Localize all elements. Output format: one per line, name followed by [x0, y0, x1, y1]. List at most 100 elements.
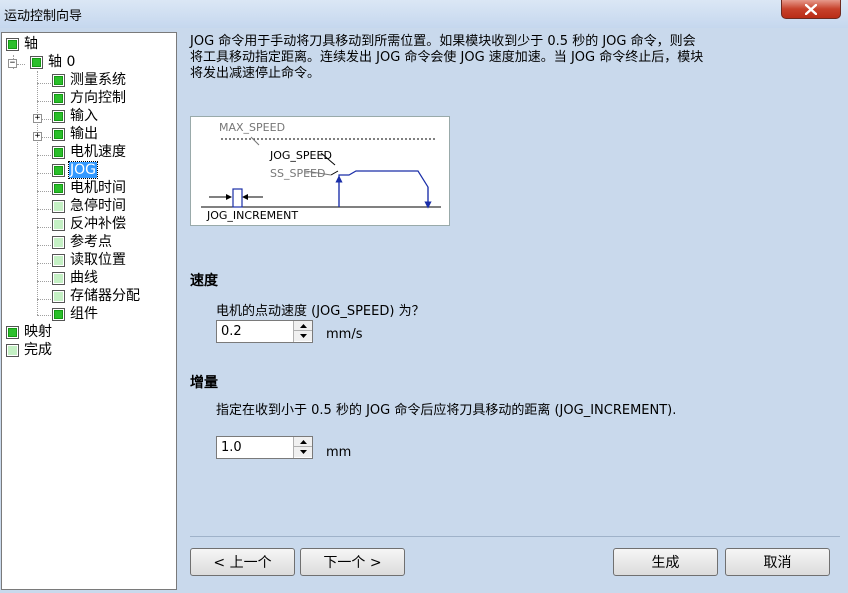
tree-item-label: 参考点: [70, 234, 112, 250]
tree-item-label: 曲线: [70, 270, 98, 286]
tree-item[interactable]: 组件: [52, 305, 99, 323]
status-checked-icon: [52, 307, 65, 321]
tree-item[interactable]: 读取位置: [52, 251, 127, 269]
arrow-down-icon: [299, 450, 307, 454]
tree-item-label: 输入: [70, 108, 98, 124]
tree-item-label: 存储器分配: [70, 288, 140, 304]
status-empty-icon: [52, 199, 65, 213]
tree-item[interactable]: 方向控制: [52, 89, 127, 107]
tree-item-label: 反冲补偿: [70, 216, 126, 232]
tree-item-label: 完成: [24, 342, 52, 358]
tree-line: [37, 299, 51, 300]
jog-description: JOG 命令用于手动将刀具移动到所需位置。如果模块收到少于 0.5 秒的 JOG…: [190, 34, 770, 82]
tree-line: [37, 83, 51, 84]
tree-item[interactable]: 轴: [6, 35, 39, 53]
status-checked-icon: [30, 55, 43, 69]
tree-item-label: 轴 0: [48, 54, 76, 70]
tree-item-label: 轴: [24, 36, 38, 52]
tree-line: [37, 227, 51, 228]
arrow-up-icon: [299, 323, 307, 328]
spin-buttons: [293, 437, 312, 458]
cancel-button[interactable]: 取消: [725, 548, 830, 576]
collapse-axis0-toggle[interactable]: −: [8, 59, 17, 68]
status-checked-icon: [52, 127, 65, 141]
jog-increment-unit: mm: [326, 445, 352, 460]
tree-line: [42, 119, 51, 120]
title-bar: 运动控制向导: [0, 0, 848, 28]
wizard-tree: − + + 轴轴 0 测量系统 方向控制 输入 输出 电机速度 JOG 电机时间急停时间反冲补…: [1, 32, 177, 590]
description-line: 将发出减速停止命令。: [190, 66, 321, 81]
tree-item[interactable]: 曲线: [52, 269, 99, 287]
status-empty-icon: [52, 235, 65, 249]
tree-item[interactable]: 输出: [52, 125, 99, 143]
jog-page: JOG 命令用于手动将刀具移动到所需位置。如果模块收到少于 0.5 秒的 JOG…: [180, 32, 848, 593]
tree-item[interactable]: 电机时间: [52, 179, 127, 197]
tree-line: [37, 173, 51, 174]
jog-speed-input[interactable]: [219, 323, 291, 340]
description-line: JOG 命令用于手动将刀具移动到所需位置。如果模块收到少于 0.5 秒的 JOG…: [190, 34, 696, 49]
status-checked-icon: [52, 181, 65, 195]
tree-item-label: 电机速度: [70, 144, 126, 160]
jog-speed-unit: mm/s: [326, 327, 363, 342]
arrow-up-icon: [299, 439, 307, 444]
speed-section-title: 速度: [190, 273, 218, 289]
tree-line: [37, 263, 51, 264]
status-checked-icon: [6, 37, 19, 51]
tree-item-label: 映射: [24, 324, 52, 340]
jog-speed-increase-button[interactable]: [294, 321, 312, 331]
button-separator: [190, 536, 840, 537]
expand-input-toggle[interactable]: +: [33, 114, 42, 123]
tree-item[interactable]: 完成: [6, 341, 53, 359]
jog-speed-decrease-button[interactable]: [294, 331, 312, 341]
tree-line: [37, 71, 38, 315]
jog-increment-label: JOG_INCREMENT: [207, 209, 299, 222]
tree-item-label: 读取位置: [70, 252, 126, 268]
jog-speed-label: JOG_SPEED: [270, 149, 332, 162]
jog-increment-prompt: 指定在收到小于 0.5 秒的 JOG 命令后应将刀具移动的距离 (JOG_INC…: [216, 403, 677, 418]
jog-speed-prompt: 电机的点动速度 (JOG_SPEED) 为？: [216, 304, 425, 319]
status-checked-icon: [52, 91, 65, 105]
status-empty-icon: [52, 271, 65, 285]
status-empty-icon: [6, 343, 19, 357]
spin-buttons: [293, 321, 312, 342]
jog-diagram: MAX_SPEED JOG_SPEED SS_SPEED JOG_INCREME…: [190, 116, 450, 226]
status-checked-icon: [52, 109, 65, 123]
status-empty-icon: [52, 217, 65, 231]
max-speed-label: MAX_SPEED: [219, 121, 286, 134]
tree-item-label: 急停时间: [70, 198, 126, 214]
increment-section-title: 增量: [190, 375, 218, 391]
arrow-down-icon: [299, 334, 307, 338]
tree-item[interactable]: 参考点: [52, 233, 113, 251]
tree-line: [37, 245, 51, 246]
jog-increment-increase-button[interactable]: [294, 437, 312, 447]
jog-increment-spinbox[interactable]: [216, 436, 313, 459]
next-button[interactable]: 下一个 >: [300, 548, 405, 576]
tree-item[interactable]: 反冲补偿: [52, 215, 127, 233]
expand-output-toggle[interactable]: +: [33, 132, 42, 141]
close-icon: [805, 3, 817, 15]
jog-speed-spinbox[interactable]: [216, 320, 313, 343]
tree-line: [37, 191, 51, 192]
tree-line: [42, 137, 51, 138]
tree-item-label: 电机时间: [70, 180, 126, 196]
tree-item[interactable]: 存储器分配: [52, 287, 141, 305]
status-checked-icon: [52, 163, 65, 177]
tree-item[interactable]: 测量系统: [52, 71, 127, 89]
jog-increment-input[interactable]: [219, 439, 291, 456]
tree-item[interactable]: JOG: [52, 161, 98, 179]
previous-button[interactable]: < 上一个: [190, 548, 295, 576]
tree-item[interactable]: 输入: [52, 107, 99, 125]
tree-item[interactable]: 急停时间: [52, 197, 127, 215]
generate-button[interactable]: 生成: [613, 548, 718, 576]
close-button[interactable]: [781, 0, 841, 19]
status-checked-icon: [52, 73, 65, 87]
tree-line: [37, 101, 51, 102]
tree-item[interactable]: 轴 0: [30, 53, 76, 71]
tree-item-label: JOG: [68, 161, 98, 179]
tree-item-label: 测量系统: [70, 72, 126, 88]
tree-line: [37, 315, 51, 316]
ss-speed-label: SS_SPEED: [270, 167, 326, 180]
tree-item[interactable]: 映射: [6, 323, 53, 341]
tree-item[interactable]: 电机速度: [52, 143, 127, 161]
jog-increment-decrease-button[interactable]: [294, 447, 312, 457]
